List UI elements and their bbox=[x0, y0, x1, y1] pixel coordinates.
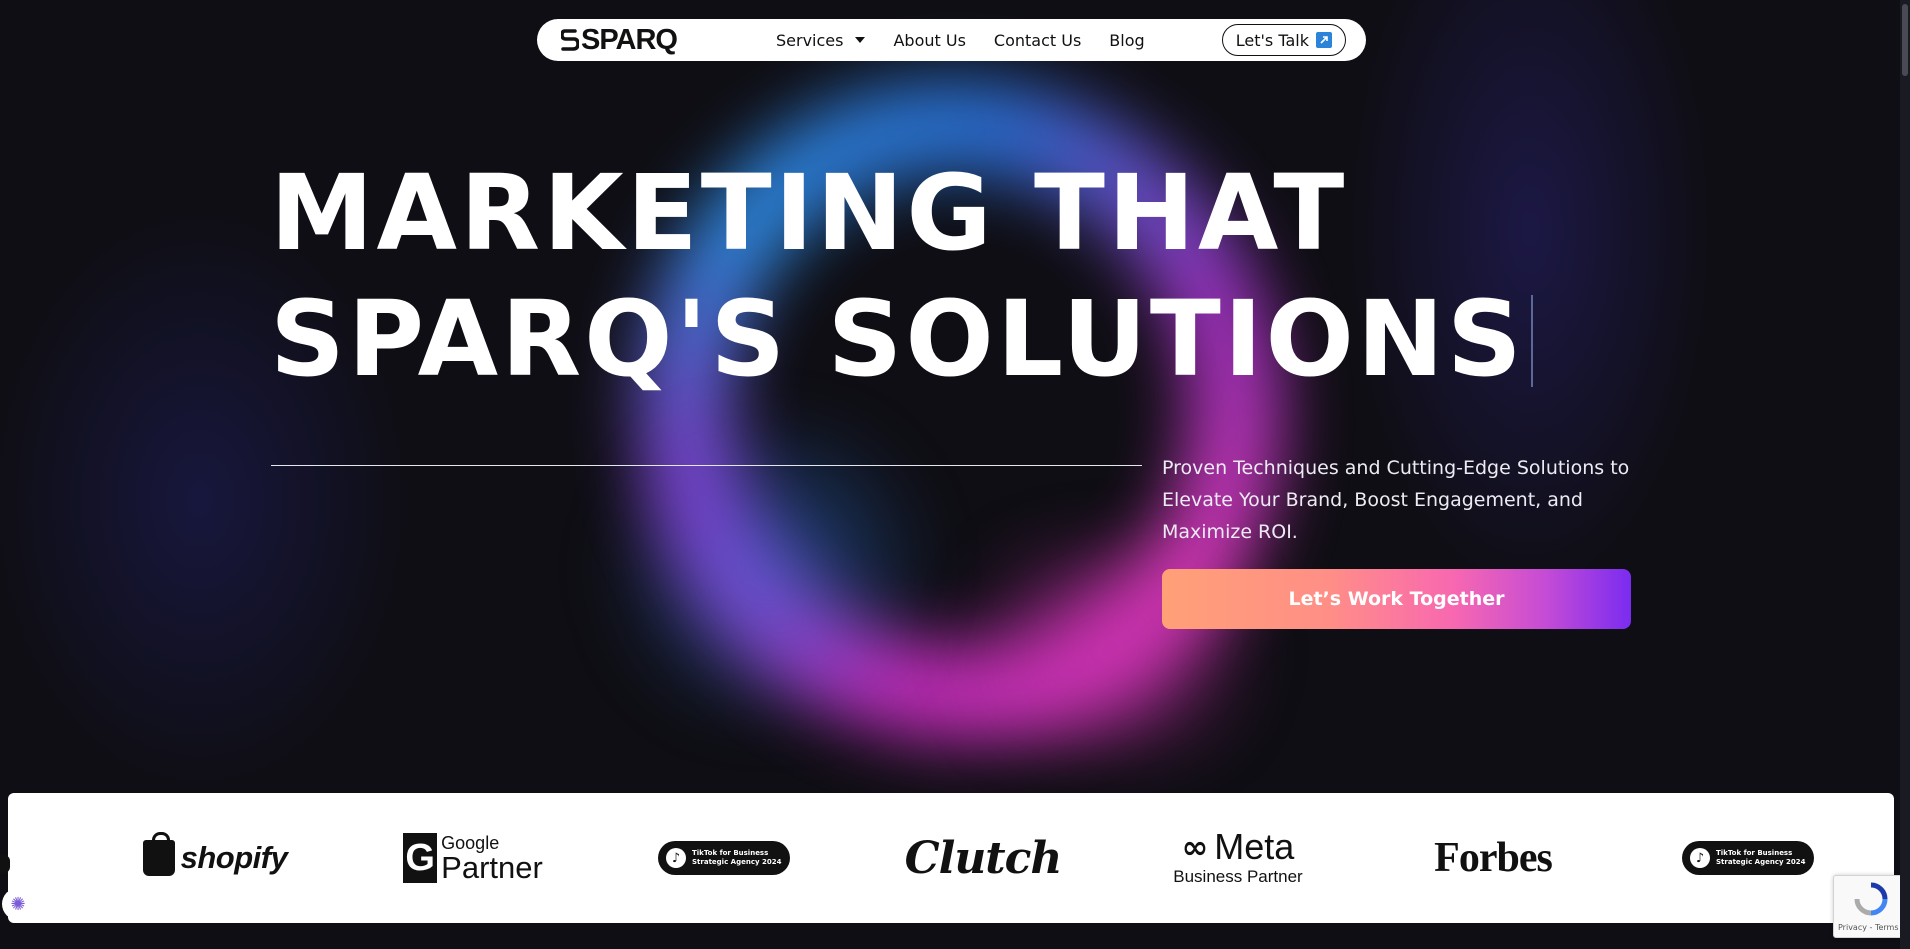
tiktok-icon: ♪ bbox=[1690, 848, 1710, 868]
google-partner-logo: G Google Partner bbox=[398, 793, 548, 923]
google-text: Google bbox=[441, 832, 500, 853]
lets-talk-button[interactable]: Let's Talk bbox=[1221, 24, 1346, 56]
nav-link-contact-us[interactable]: Contact Us bbox=[994, 31, 1081, 50]
hero-subtext: Proven Techniques and Cutting-Edge Solut… bbox=[1162, 457, 1630, 543]
top-navbar: SPARQ Services About Us Contact Us Blog … bbox=[537, 19, 1366, 61]
meta-business-partner-logo: ∞ Meta Business Partner bbox=[1168, 793, 1308, 923]
nav-link-label: Services bbox=[776, 30, 844, 50]
business-partner-text: Business Partner bbox=[1173, 867, 1303, 886]
side-tab-handle[interactable] bbox=[0, 855, 10, 873]
tiktok-line-2: Strategic Agency 2024 bbox=[1716, 858, 1806, 866]
tiktok-badge-logo: ♪ TikTok for Business Strategic Agency 2… bbox=[1682, 793, 1814, 923]
external-arrow-icon bbox=[1316, 32, 1332, 48]
tiktok-line-1: TikTok for Business bbox=[1716, 849, 1793, 857]
shopify-bag-icon bbox=[142, 832, 175, 876]
tiktok-badge-logo: ♪ TikTok for Business Strategic Agency 2… bbox=[658, 793, 790, 923]
accessibility-widget-button[interactable]: ✺ bbox=[2, 888, 34, 920]
lets-work-together-button[interactable]: Let’s Work Together bbox=[1162, 569, 1631, 629]
nav-links: Services About Us Contact Us Blog bbox=[776, 19, 1173, 61]
recaptcha-badge[interactable]: Privacy - Terms bbox=[1833, 875, 1907, 938]
hero-divider bbox=[271, 465, 1142, 466]
logo-text: SPARQ bbox=[581, 24, 678, 56]
nav-link-services[interactable]: Services bbox=[776, 30, 866, 50]
nav-link-about-us[interactable]: About Us bbox=[893, 31, 965, 50]
page-scrollbar-track[interactable] bbox=[1900, 0, 1910, 949]
shopify-logo: shopify bbox=[140, 793, 290, 923]
meta-wordmark: Meta bbox=[1214, 826, 1295, 867]
chevron-down-icon bbox=[855, 37, 866, 43]
brain-icon: ✺ bbox=[10, 893, 26, 915]
sparq-logo-mark-icon bbox=[561, 29, 579, 51]
headline-line-1: MARKETING THAT bbox=[270, 152, 1348, 274]
recaptcha-icon bbox=[1854, 882, 1888, 916]
sparq-logo[interactable]: SPARQ bbox=[561, 24, 678, 56]
partner-logos-strip: shopify G Google Partner ♪ TikTok for Bu… bbox=[8, 793, 1894, 923]
headline-line-2: SPARQ'S SOLUTIONS bbox=[270, 278, 1525, 400]
google-g-icon: G bbox=[403, 833, 438, 883]
clutch-logo: Clutch bbox=[904, 832, 1063, 884]
tiktok-line-1: TikTok for Business bbox=[692, 849, 769, 857]
tiktok-icon: ♪ bbox=[666, 848, 686, 868]
meta-infinity-icon: ∞ bbox=[1181, 828, 1209, 866]
nav-link-blog[interactable]: Blog bbox=[1109, 31, 1144, 50]
shopify-wordmark: shopify bbox=[180, 840, 288, 875]
lets-talk-label: Let's Talk bbox=[1235, 30, 1309, 50]
forbes-logo: Forbes bbox=[1434, 835, 1553, 881]
tiktok-line-2: Strategic Agency 2024 bbox=[692, 858, 782, 866]
partner-text: Partner bbox=[441, 849, 543, 885]
recaptcha-footer-text[interactable]: Privacy - Terms bbox=[1838, 923, 1899, 932]
typing-cursor bbox=[1530, 295, 1533, 387]
hero-headline: MARKETING THAT SPARQ'S SOLUTIONS bbox=[270, 150, 1533, 402]
page-scrollbar-thumb[interactable] bbox=[1902, 4, 1908, 76]
